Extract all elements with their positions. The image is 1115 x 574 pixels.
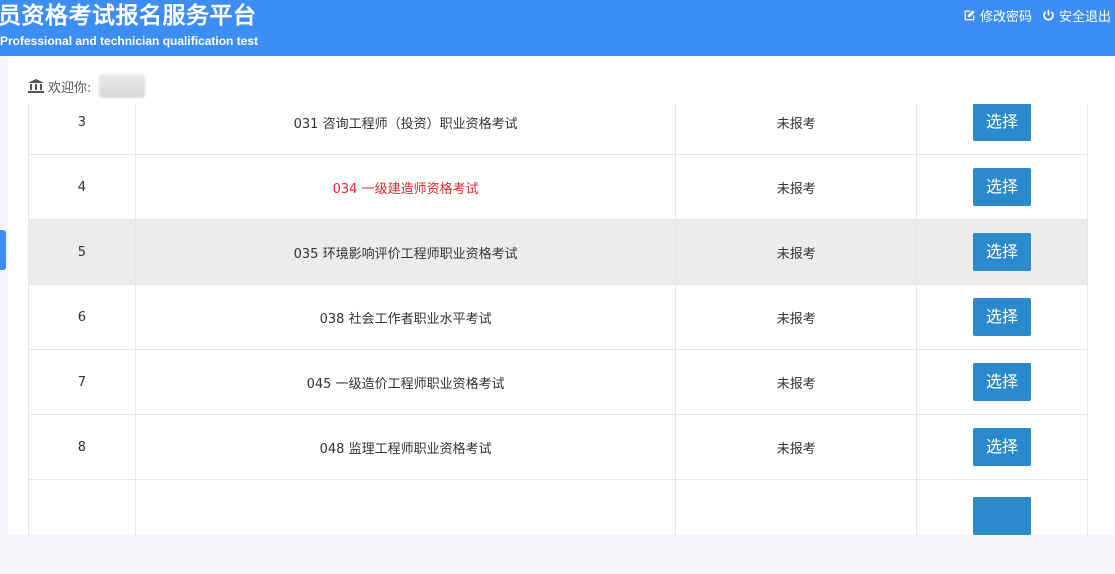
row-action: 选择 xyxy=(916,414,1088,480)
power-icon xyxy=(1043,9,1054,21)
select-button[interactable]: 选择 xyxy=(973,363,1032,401)
select-button[interactable]: 选择 xyxy=(973,298,1032,336)
table-row: 8 048 监理工程师职业资格考试 未报考 选择 xyxy=(28,414,1088,480)
exam-name: 045 一级造价工程师职业资格考试 xyxy=(134,349,677,415)
row-action xyxy=(916,479,1088,535)
row-action: 选择 xyxy=(916,349,1088,415)
bank-icon xyxy=(28,79,44,93)
table-row: 7 045 一级造价工程师职业资格考试 未报考 选择 xyxy=(28,349,1088,415)
app-header: 员资格考试报名服务平台 Professional and technician … xyxy=(0,0,1115,56)
logout-label: 安全退出 xyxy=(1058,10,1111,25)
row-index: 3 xyxy=(28,104,136,155)
table-row: 5 035 环境影响评价工程师职业资格考试 未报考 选择 xyxy=(28,219,1088,285)
row-action: 选择 xyxy=(916,104,1088,155)
exam-name: 034 一级建造师资格考试 xyxy=(134,154,677,220)
exam-name: 031 咨询工程师（投资）职业资格考试 xyxy=(134,104,677,155)
table-row xyxy=(28,479,1088,535)
row-index: 5 xyxy=(28,219,136,285)
row-index xyxy=(28,479,136,535)
exam-status: 未报考 xyxy=(675,349,918,415)
exam-table: 3 031 咨询工程师（投资）职业资格考试 未报考 选择 4 034 一级建造师… xyxy=(28,104,1088,535)
exam-name: 038 社会工作者职业水平考试 xyxy=(134,284,677,350)
select-button[interactable]: 选择 xyxy=(973,168,1032,206)
table-row: 4 034 一级建造师资格考试 未报考 选择 xyxy=(28,154,1088,220)
logout-link[interactable]: 安全退出 xyxy=(1042,6,1111,25)
row-index: 6 xyxy=(28,284,136,350)
exam-name xyxy=(134,479,677,535)
row-action: 选择 xyxy=(916,219,1088,285)
row-index: 4 xyxy=(28,154,136,220)
welcome-label: 欢迎你: xyxy=(48,80,92,96)
exam-name: 048 监理工程师职业资格考试 xyxy=(134,414,677,480)
change-password-label: 修改密码 xyxy=(979,10,1032,25)
select-button[interactable]: 选择 xyxy=(973,428,1032,466)
exam-status: 未报考 xyxy=(675,154,918,220)
row-action: 选择 xyxy=(916,154,1088,220)
row-index: 7 xyxy=(28,349,136,415)
exam-name: 035 环境影响评价工程师职业资格考试 xyxy=(134,219,677,285)
row-action: 选择 xyxy=(916,284,1088,350)
change-password-link[interactable]: 修改密码 xyxy=(963,6,1032,25)
select-button[interactable]: 选择 xyxy=(973,233,1032,271)
edit-icon xyxy=(964,10,975,21)
exam-status: 未报考 xyxy=(675,284,918,350)
exam-status: 未报考 xyxy=(675,104,918,155)
username-redacted xyxy=(99,74,146,98)
select-button-partial[interactable] xyxy=(973,497,1032,535)
select-button[interactable]: 选择 xyxy=(973,104,1032,141)
header-actions: 修改密码 安全退出 xyxy=(963,6,1111,25)
table-row: 3 031 咨询工程师（投资）职业资格考试 未报考 选择 xyxy=(28,104,1088,155)
exam-status: 未报考 xyxy=(675,219,918,285)
welcome-bar: 欢迎你: xyxy=(8,56,1114,105)
exam-list-panel: 3 031 咨询工程师（投资）职业资格考试 未报考 选择 4 034 一级建造师… xyxy=(8,104,1114,535)
side-collapse-tab[interactable] xyxy=(0,230,6,270)
exam-status xyxy=(675,479,918,535)
row-index: 8 xyxy=(28,414,136,480)
table-row: 6 038 社会工作者职业水平考试 未报考 选择 xyxy=(28,284,1088,350)
platform-title: 员资格考试报名服务平台 xyxy=(0,3,257,29)
platform-subtitle: Professional and technician qualificatio… xyxy=(0,34,259,48)
exam-status: 未报考 xyxy=(675,414,918,480)
